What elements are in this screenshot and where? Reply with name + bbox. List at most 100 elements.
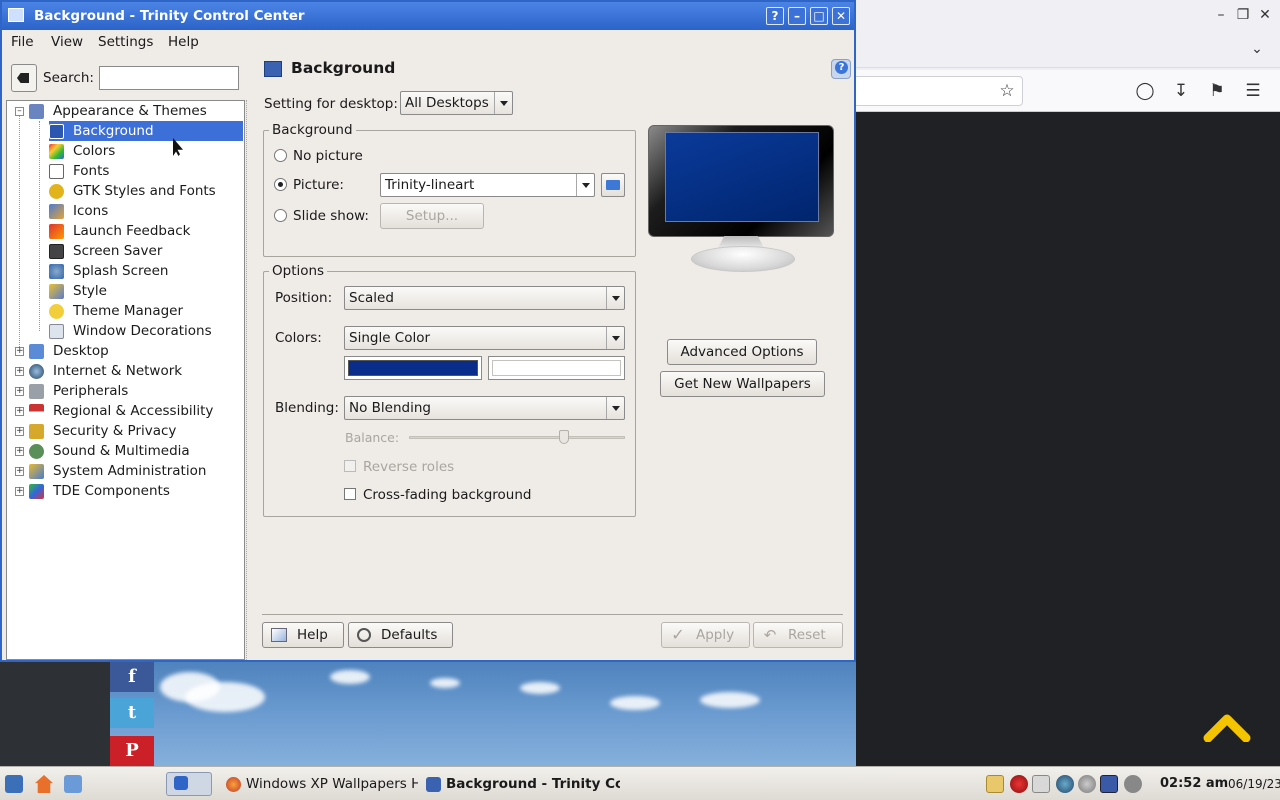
help-button[interactable]: Help bbox=[262, 622, 344, 648]
close-icon[interactable]: ✕ bbox=[832, 7, 850, 25]
tree-category-peripherals[interactable]: Peripherals bbox=[29, 381, 239, 401]
expand-icon[interactable]: + bbox=[15, 487, 24, 496]
search-input[interactable] bbox=[99, 66, 239, 90]
setup-button[interactable]: Setup... bbox=[380, 203, 484, 229]
globe-icon bbox=[29, 364, 44, 379]
menu-help[interactable]: Help bbox=[168, 34, 199, 50]
blending-select[interactable]: No Blending bbox=[344, 396, 625, 420]
display-icon[interactable] bbox=[1100, 775, 1118, 793]
desktop-select[interactable]: All Desktops bbox=[400, 91, 513, 115]
tree-item-gtk-styles[interactable]: GTK Styles and Fonts bbox=[49, 181, 239, 201]
expand-icon[interactable]: + bbox=[15, 407, 24, 416]
balance-slider-thumb[interactable] bbox=[559, 430, 570, 444]
reverse-roles-checkbox[interactable] bbox=[344, 460, 356, 472]
clear-search-icon[interactable] bbox=[11, 64, 37, 92]
download-icon[interactable]: ↧ bbox=[1169, 79, 1193, 103]
expand-icon[interactable]: + bbox=[15, 347, 24, 356]
help-icon[interactable] bbox=[831, 59, 851, 79]
no-picture-radio[interactable] bbox=[274, 149, 287, 162]
info-icon[interactable] bbox=[1056, 775, 1074, 793]
fonts-icon bbox=[49, 164, 64, 179]
tree-item-screen-saver[interactable]: Screen Saver bbox=[49, 241, 239, 261]
defaults-button[interactable]: Defaults bbox=[348, 622, 453, 648]
expand-icon[interactable]: + bbox=[15, 447, 24, 456]
primary-color-button[interactable] bbox=[344, 356, 482, 380]
tree-category-security[interactable]: Security & Privacy bbox=[29, 421, 239, 441]
close-icon[interactable]: ✕ bbox=[1255, 5, 1275, 25]
reset-button[interactable]: ↶ Reset bbox=[753, 622, 843, 648]
cross-fading-checkbox[interactable] bbox=[344, 488, 356, 500]
disc-icon[interactable] bbox=[1078, 775, 1096, 793]
reverse-roles-label: Reverse roles bbox=[363, 459, 455, 475]
tree-category-appearance[interactable]: Appearance & Themes bbox=[29, 101, 239, 121]
browser-tab-strip: ⌄ bbox=[855, 30, 1280, 68]
network-icon[interactable] bbox=[64, 775, 82, 793]
task-firefox[interactable]: Windows XP Wallpapers H bbox=[226, 772, 418, 796]
menu-file[interactable]: File bbox=[11, 34, 34, 50]
update-icon[interactable] bbox=[1010, 775, 1028, 793]
pane-splitter[interactable] bbox=[246, 100, 250, 660]
module-tree: – Appearance & Themes Background Colors … bbox=[6, 100, 245, 660]
keyboard-layout-icon[interactable] bbox=[986, 775, 1004, 793]
collapse-icon[interactable]: – bbox=[15, 107, 24, 116]
window-titlebar[interactable]: Background - Trinity Control Center ? – … bbox=[2, 2, 854, 30]
secondary-color-button[interactable] bbox=[488, 356, 625, 380]
tree-category-regional[interactable]: Regional & Accessibility bbox=[29, 401, 239, 421]
tree-category-system-admin[interactable]: System Administration bbox=[29, 461, 239, 481]
tree-item-splash-screen[interactable]: Splash Screen bbox=[49, 261, 239, 281]
printer-icon[interactable] bbox=[1124, 775, 1142, 793]
home-icon[interactable] bbox=[35, 775, 53, 793]
pocket-icon[interactable]: ◯ bbox=[1133, 79, 1157, 103]
tree-item-window-decorations[interactable]: Window Decorations bbox=[49, 321, 239, 341]
slide-show-radio[interactable] bbox=[274, 209, 287, 222]
expand-icon[interactable]: + bbox=[15, 427, 24, 436]
tree-item-fonts[interactable]: Fonts bbox=[49, 161, 239, 181]
minimize-icon[interactable]: – bbox=[1211, 5, 1231, 25]
tree-item-style[interactable]: Style bbox=[49, 281, 239, 301]
tree-category-internet[interactable]: Internet & Network bbox=[29, 361, 239, 381]
icons-icon bbox=[49, 204, 64, 219]
tree-category-sound[interactable]: Sound & Multimedia bbox=[29, 441, 239, 461]
tree-item-theme-manager[interactable]: Theme Manager bbox=[49, 301, 239, 321]
menu-view[interactable]: View bbox=[51, 34, 83, 50]
picture-radio[interactable] bbox=[274, 178, 287, 191]
facebook-icon[interactable]: f bbox=[110, 662, 154, 692]
expand-icon[interactable]: + bbox=[15, 387, 24, 396]
chevron-down-icon[interactable]: ⌄ bbox=[1247, 39, 1267, 59]
get-new-wallpapers-button[interactable]: Get New Wallpapers bbox=[660, 371, 825, 397]
tree-item-launch-feedback[interactable]: Launch Feedback bbox=[49, 221, 239, 241]
apply-button[interactable]: ✓ Apply bbox=[661, 622, 750, 648]
menu-icon[interactable]: ☰ bbox=[1241, 79, 1265, 103]
start-menu-icon[interactable] bbox=[5, 775, 23, 793]
picture-select[interactable]: Trinity-lineart bbox=[380, 173, 595, 197]
menu-settings[interactable]: Settings bbox=[98, 34, 153, 50]
advanced-options-button[interactable]: Advanced Options bbox=[667, 339, 817, 365]
desktop-pager[interactable] bbox=[166, 772, 212, 796]
restore-icon[interactable]: ❐ bbox=[1233, 5, 1253, 25]
twitter-icon[interactable]: t bbox=[110, 698, 154, 728]
extensions-icon[interactable]: ⚑ bbox=[1205, 79, 1229, 103]
expand-icon[interactable]: + bbox=[15, 467, 24, 476]
clipboard-icon[interactable] bbox=[1032, 775, 1050, 793]
maximize-icon[interactable]: □ bbox=[810, 7, 828, 25]
tree-item-icons[interactable]: Icons bbox=[49, 201, 239, 221]
minimize-icon[interactable]: – bbox=[788, 7, 806, 25]
speaker-icon bbox=[29, 444, 44, 459]
tree-item-background[interactable]: Background bbox=[49, 121, 243, 141]
tree-category-tde-components[interactable]: TDE Components bbox=[29, 481, 239, 501]
pinterest-icon[interactable]: P bbox=[110, 736, 154, 766]
task-control-center[interactable]: Background - Trinity Co bbox=[426, 772, 620, 796]
refresh-icon bbox=[357, 628, 371, 642]
tree-item-colors[interactable]: Colors bbox=[49, 141, 239, 161]
clock[interactable]: 02:52 am bbox=[1160, 776, 1228, 791]
whats-this-icon[interactable]: ? bbox=[766, 7, 784, 25]
scroll-to-top-icon[interactable] bbox=[1203, 712, 1251, 742]
colors-select[interactable]: Single Color bbox=[344, 326, 625, 350]
star-icon[interactable]: ☆ bbox=[995, 79, 1019, 103]
browser-window: – ❐ ✕ ⌄ ☆ ◯ ↧ ⚑ ☰ bbox=[854, 0, 1280, 766]
balance-slider[interactable] bbox=[409, 436, 625, 439]
folder-open-icon[interactable] bbox=[601, 173, 625, 197]
expand-icon[interactable]: + bbox=[15, 367, 24, 376]
position-select[interactable]: Scaled bbox=[344, 286, 625, 310]
tree-category-desktop[interactable]: Desktop bbox=[29, 341, 239, 361]
